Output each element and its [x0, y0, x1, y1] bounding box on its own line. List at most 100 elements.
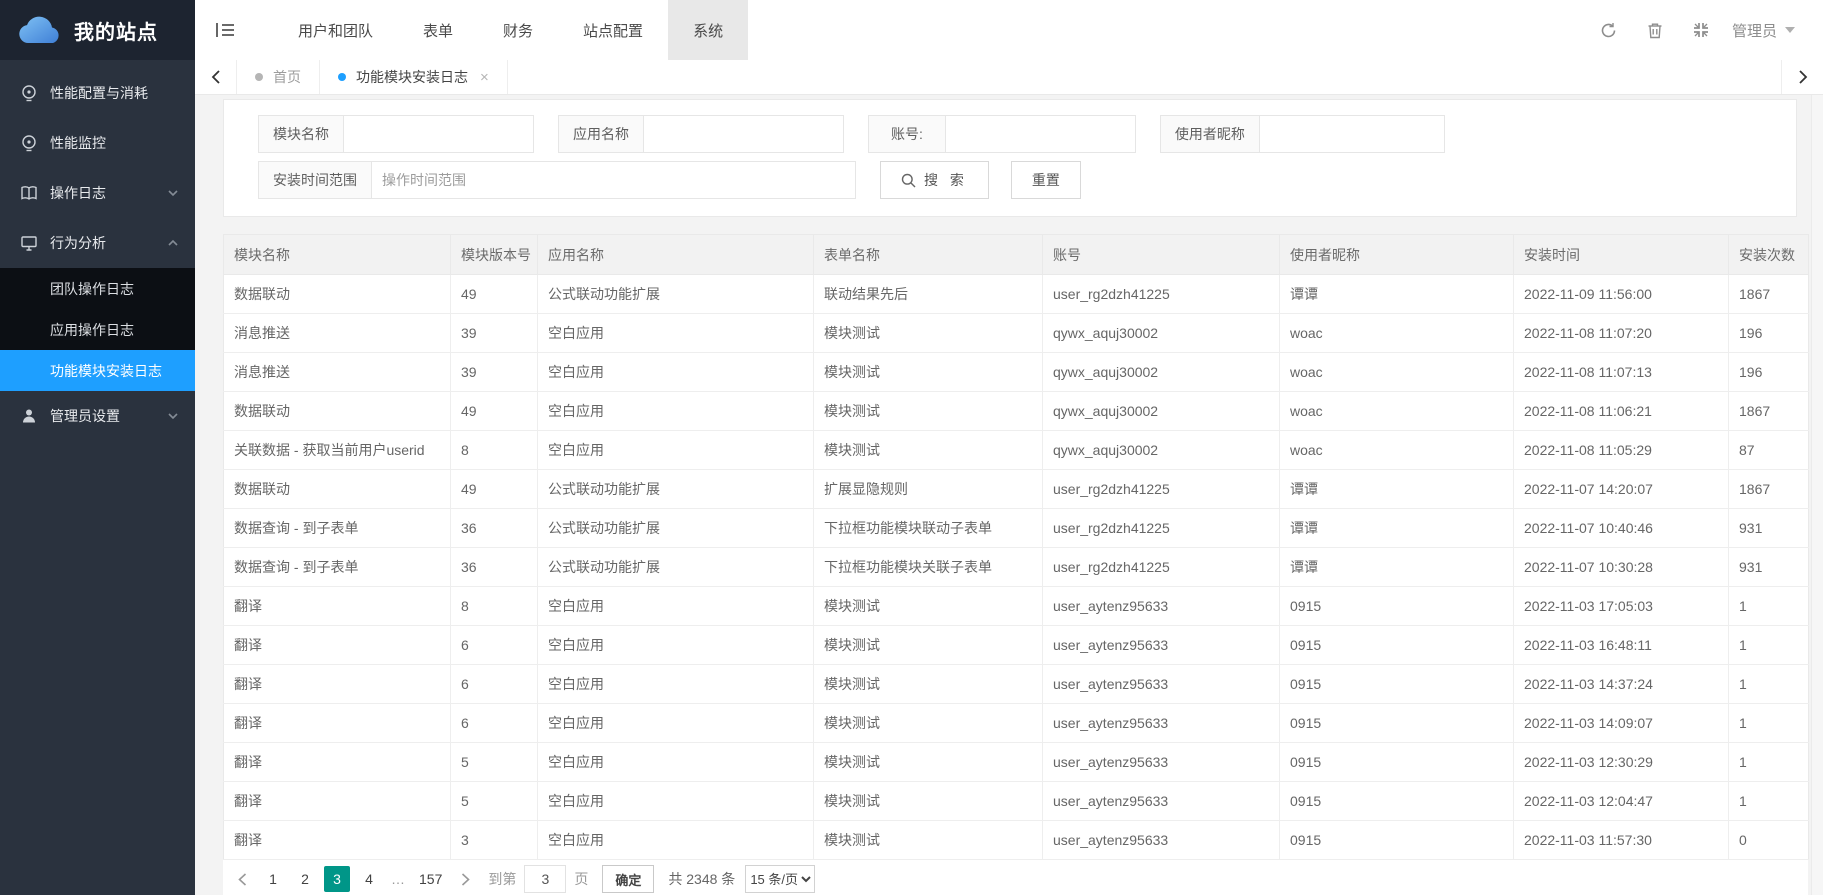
table-cell: user_aytenz95633	[1043, 626, 1280, 665]
table-cell: 公式联动功能扩展	[538, 548, 814, 587]
main-content: 模块名称 应用名称 账号: 使用者昵称 安装时间范围	[195, 95, 1811, 895]
table-cell: 2022-11-03 11:57:30	[1514, 821, 1729, 860]
chevron-down-icon	[167, 410, 179, 422]
jump-confirm-button[interactable]: 确定	[602, 865, 654, 893]
trash-icon	[1647, 22, 1663, 39]
nav-item-forms[interactable]: 表单	[398, 0, 478, 60]
log-table-card: 模块名称 模块版本号 应用名称 表单名称 账号 使用者昵称 安装时间 安装次数 …	[223, 234, 1808, 895]
table-row: 数据联动49空白应用模块测试qywx_aquj30002woac2022-11-…	[224, 392, 1809, 431]
nav-item-users-teams[interactable]: 用户和团队	[273, 0, 398, 60]
pagination-page-4[interactable]: 4	[356, 866, 382, 892]
tabs-scroll-left-button[interactable]	[195, 60, 237, 94]
fullscreen-button[interactable]	[1678, 0, 1724, 60]
table-cell: 5	[451, 782, 538, 821]
sidebar-menu: 性能配置与消耗 性能监控 操作日志 行为分析 团队操作日志 应用操作日志 功能模…	[0, 60, 195, 441]
nickname-input[interactable]	[1260, 115, 1445, 153]
pagination-page-157[interactable]: 157	[414, 866, 447, 892]
table-row: 数据联动49公式联动功能扩展扩展显隐规则user_rg2dzh41225谭谭20…	[224, 470, 1809, 509]
sidebar-item-admin-settings[interactable]: 管理员设置	[0, 391, 195, 441]
sidebar-collapse-button[interactable]	[195, 0, 255, 60]
table-cell: 模块测试	[814, 314, 1043, 353]
table-cell: 谭谭	[1280, 509, 1514, 548]
chevron-left-icon	[211, 70, 221, 84]
fullscreen-icon	[1693, 22, 1709, 38]
filter-install-time: 安装时间范围	[258, 161, 856, 199]
table-cell: 2022-11-07 10:30:28	[1514, 548, 1729, 587]
table-cell: 1	[1729, 626, 1809, 665]
nav-item-system[interactable]: 系统	[668, 0, 748, 60]
top-nav: 用户和团队 表单 财务 站点配置 系统	[273, 0, 748, 60]
table-cell: 模块测试	[814, 353, 1043, 392]
pagination-prev-button[interactable]	[227, 865, 257, 893]
account-input[interactable]	[946, 115, 1136, 153]
site-title: 我的站点	[74, 16, 158, 45]
module-name-input[interactable]	[344, 115, 534, 153]
app-name-input[interactable]	[644, 115, 844, 153]
table-cell: 翻译	[224, 665, 451, 704]
sidebar-item-operation-log[interactable]: 操作日志	[0, 168, 195, 218]
refresh-button[interactable]	[1586, 0, 1632, 60]
table-row: 翻译5空白应用模块测试user_aytenz9563309152022-11-0…	[224, 782, 1809, 821]
nav-item-site-config[interactable]: 站点配置	[558, 0, 668, 60]
table-cell: 87	[1729, 431, 1809, 470]
tab-close-icon[interactable]: ×	[480, 69, 489, 86]
table-cell: 空白应用	[538, 782, 814, 821]
top-right-actions: 管理员	[1586, 0, 1823, 60]
table-cell: user_aytenz95633	[1043, 587, 1280, 626]
pagination-page-2[interactable]: 2	[292, 866, 318, 892]
table-cell: 931	[1729, 509, 1809, 548]
tabs-scroll-right-button[interactable]	[1781, 60, 1823, 94]
tab-home[interactable]: 首页	[237, 60, 320, 94]
search-button[interactable]: 搜 索	[880, 161, 989, 199]
install-time-input[interactable]	[372, 161, 856, 199]
jump-prefix-label: 到第	[488, 869, 516, 889]
jump-page-input[interactable]	[524, 865, 566, 893]
tab-module-install-log[interactable]: 功能模块安装日志 ×	[320, 60, 508, 94]
table-cell: 931	[1729, 548, 1809, 587]
sidebar-item-performance-monitor[interactable]: 性能监控	[0, 118, 195, 168]
table-cell: user_aytenz95633	[1043, 782, 1280, 821]
pagination-bar: 1 2 3 4 … 157 到第 页 确定 共 2348 条 15 条/页	[223, 860, 1808, 895]
table-cell: 空白应用	[538, 392, 814, 431]
chevron-up-icon	[167, 237, 179, 249]
module-name-label: 模块名称	[258, 115, 344, 153]
nav-item-finance[interactable]: 财务	[478, 0, 558, 60]
table-cell: 6	[451, 704, 538, 743]
table-cell: 196	[1729, 314, 1809, 353]
filter-nickname: 使用者昵称	[1160, 115, 1445, 153]
table-cell: 空白应用	[538, 314, 814, 353]
filter-account: 账号:	[868, 115, 1136, 153]
reset-button[interactable]: 重置	[1011, 161, 1081, 199]
sidebar-item-performance-config[interactable]: 性能配置与消耗	[0, 68, 195, 118]
jump-suffix-label: 页	[574, 869, 588, 889]
vertical-scrollbar[interactable]	[1811, 95, 1823, 895]
table-cell: 模块测试	[814, 392, 1043, 431]
table-cell: 2022-11-03 17:05:03	[1514, 587, 1729, 626]
sidebar-subitem-app-operation-log[interactable]: 应用操作日志	[0, 309, 195, 350]
cloud-logo-icon	[18, 15, 62, 45]
search-button-label: 搜 索	[924, 170, 968, 190]
pagination-page-1[interactable]: 1	[260, 866, 286, 892]
table-cell: 6	[451, 626, 538, 665]
pagination-page-3-active[interactable]: 3	[324, 866, 350, 892]
clear-cache-button[interactable]	[1632, 0, 1678, 60]
chevron-down-icon	[167, 187, 179, 199]
table-row: 消息推送39空白应用模块测试qywx_aquj30002woac2022-11-…	[224, 314, 1809, 353]
page-size-select[interactable]: 15 条/页	[745, 865, 815, 893]
sidebar-item-behavior-analysis[interactable]: 行为分析	[0, 218, 195, 268]
table-cell: 谭谭	[1280, 548, 1514, 587]
pagination-next-button[interactable]	[450, 865, 480, 893]
table-cell: 1	[1729, 782, 1809, 821]
table-cell: 2022-11-03 14:09:07	[1514, 704, 1729, 743]
table-row: 数据联动49公式联动功能扩展联动结果先后user_rg2dzh41225谭谭20…	[224, 275, 1809, 314]
table-cell: 0915	[1280, 743, 1514, 782]
table-cell: 49	[451, 275, 538, 314]
table-cell: qywx_aquj30002	[1043, 431, 1280, 470]
admin-user-menu[interactable]: 管理员	[1732, 20, 1795, 41]
sidebar-subitem-module-install-log[interactable]: 功能模块安装日志	[0, 350, 195, 391]
table-cell: 关联数据 - 获取当前用户userid	[224, 431, 451, 470]
sidebar-subitem-team-operation-log[interactable]: 团队操作日志	[0, 268, 195, 309]
tab-status-dot	[255, 73, 263, 81]
table-cell: 公式联动功能扩展	[538, 509, 814, 548]
table-cell: 模块测试	[814, 743, 1043, 782]
